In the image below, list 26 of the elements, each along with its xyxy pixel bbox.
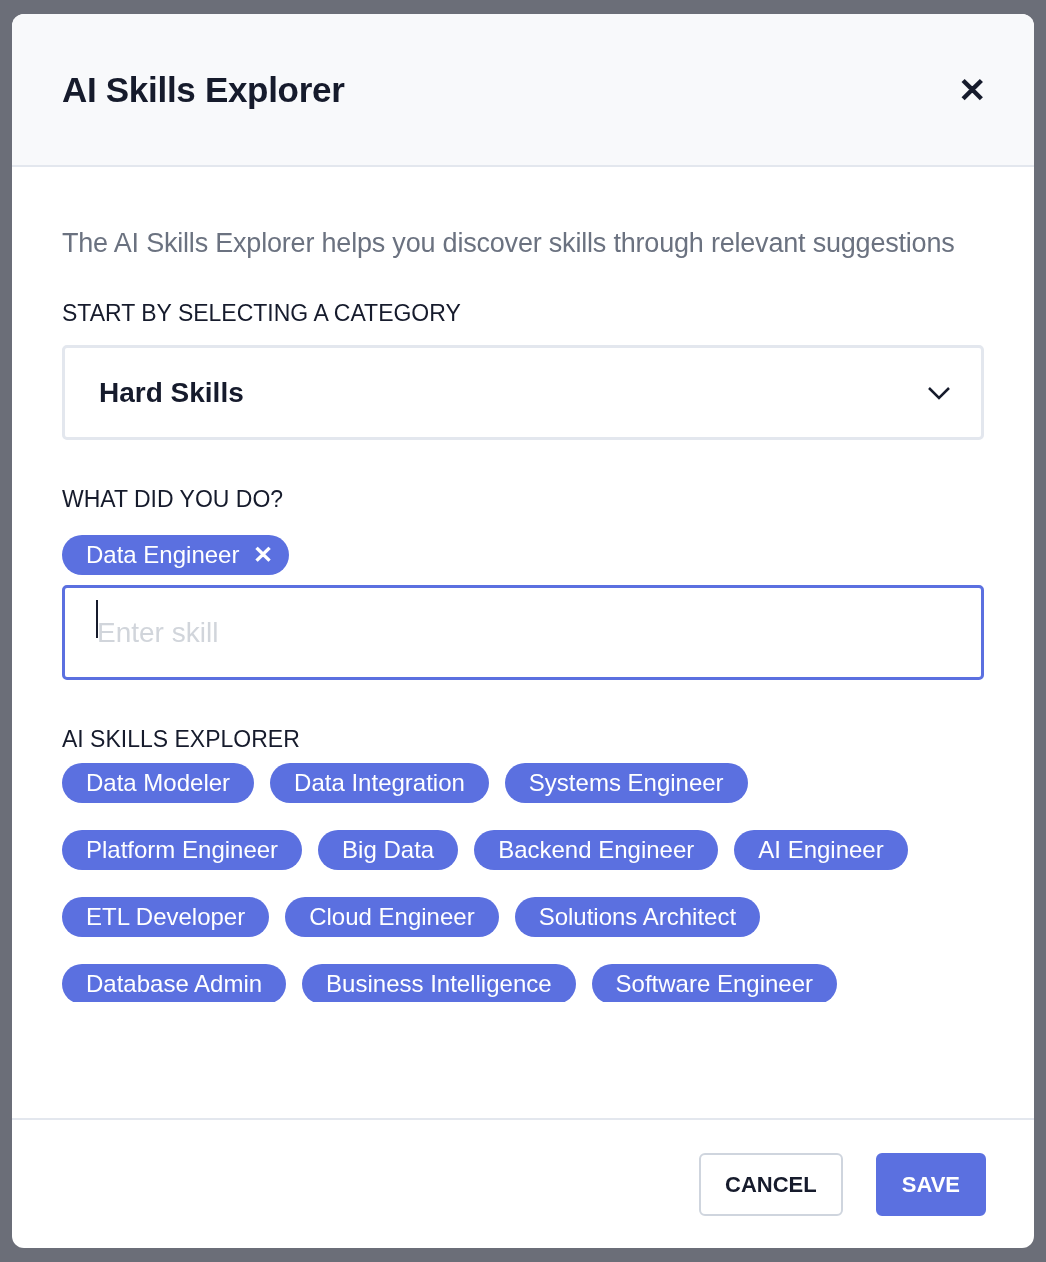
suggestion-chip[interactable]: Cloud Engineer <box>285 897 499 937</box>
selected-skill-tag: Data Engineer ✕ <box>62 535 290 575</box>
field-label: START BY SELECTING A CATEGORY <box>62 300 462 327</box>
text-cursor <box>96 600 98 638</box>
suggestion-chip[interactable]: Big Data <box>318 830 459 870</box>
suggestion-chip[interactable]: Solutions Architect <box>514 897 761 937</box>
remove-icon[interactable]: ✕ <box>253 543 274 567</box>
suggestion-chip[interactable]: ETL Developer <box>62 897 270 937</box>
section-label: AI SKILLS EXPLORER <box>62 726 301 753</box>
suggestion-chip[interactable]: Business Intelligence <box>302 964 576 1002</box>
field-label: WHAT DID YOU DO? <box>62 486 285 513</box>
suggestion-chip[interactable]: Data Modeler <box>62 763 255 803</box>
cancel-button[interactable]: CANCEL <box>699 1153 843 1216</box>
suggestion-chip[interactable]: Systems Engineer <box>504 763 748 803</box>
suggestion-chip[interactable]: Software Engineer <box>591 964 838 1002</box>
suggestion-chip[interactable]: AI Engineer <box>734 830 908 870</box>
close-button[interactable]: ✕ <box>958 69 986 110</box>
suggestion-chip[interactable]: Data Integration <box>270 763 489 803</box>
chevron-down-icon <box>927 385 951 400</box>
category-dropdown[interactable]: Hard Skills <box>62 345 984 440</box>
description-text: The AI Skills Explorer helps you discover skills through relevant suggestions <box>62 227 956 260</box>
suggestion-chip[interactable]: Platform Engineer <box>62 830 303 870</box>
dialog-title: AI Skills Explorer <box>62 69 345 110</box>
save-button[interactable]: SAVE <box>875 1153 986 1216</box>
suggestion-chip[interactable]: Backend Engineer <box>474 830 719 870</box>
suggestion-chip[interactable]: Database Admin <box>62 964 287 1002</box>
